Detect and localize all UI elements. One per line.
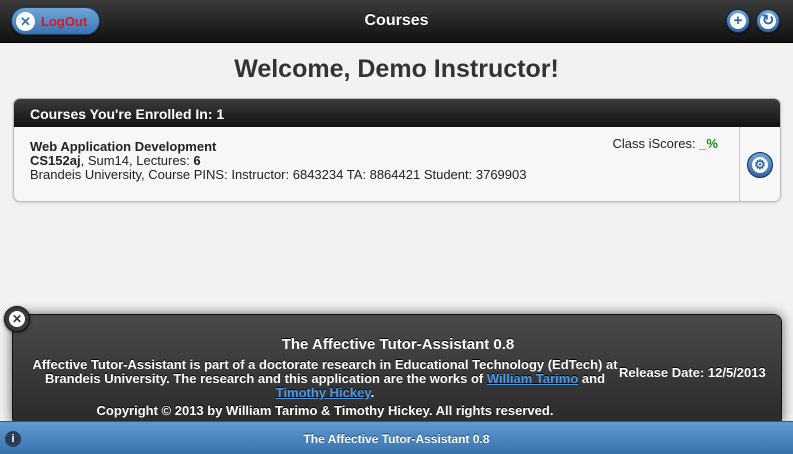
close-icon: ✕	[9, 311, 25, 327]
page-title: Courses	[364, 12, 429, 29]
release-date: Release Date: 12/5/2013	[619, 365, 766, 380]
popup-title: The Affective Tutor-Assistant 0.8	[281, 336, 515, 353]
course-lectures: 6	[193, 153, 201, 168]
class-iscores-label: Class iScores:	[612, 136, 700, 151]
popup-body: Affective Tutor-Assistant is part of a d…	[27, 358, 623, 418]
about-popup: The Affective Tutor-Assistant 0.8 Affect…	[12, 314, 782, 426]
course-settings-button[interactable]: ⚙	[747, 152, 773, 178]
course-meta: CS152aj, Sum14, Lectures: 6	[30, 154, 526, 168]
footer-bar: i The Affective Tutor-Assistant 0.8	[0, 421, 793, 454]
author-link-tarimo[interactable]: William Tarimo	[487, 371, 578, 386]
add-course-button[interactable]: +	[726, 9, 750, 33]
refresh-icon: ↻	[760, 12, 776, 29]
course-settings-column: ⚙	[739, 127, 780, 201]
course-item[interactable]: Web Application Development CS152aj, Sum…	[14, 127, 780, 201]
course-code: CS152aj	[30, 153, 81, 168]
copyright-text: Copyright © 2013 by William Tarimo & Tim…	[96, 403, 554, 418]
course-term: , Sum14, Lectures:	[80, 153, 194, 168]
author-link-hickey[interactable]: Timothy Hickey	[276, 385, 371, 400]
course-info: Web Application Development CS152aj, Sum…	[30, 140, 526, 182]
courses-panel: Courses You're Enrolled In: 1 Web Applic…	[13, 98, 781, 202]
popup-period: .	[370, 385, 375, 400]
welcome-heading: Welcome, Demo Instructor!	[234, 55, 559, 83]
class-iscores: Class iScores: _%	[613, 136, 719, 151]
class-iscores-value: _%	[699, 136, 718, 151]
course-details: Brandeis University, Course PINS: Instru…	[30, 167, 527, 182]
gear-icon: ⚙	[752, 157, 768, 173]
header-bar: ✕ LogOut Courses + ↻	[0, 0, 793, 43]
course-name: Web Application Development	[30, 139, 217, 154]
refresh-button[interactable]: ↻	[756, 9, 780, 33]
footer-title: The Affective Tutor-Assistant 0.8	[303, 432, 490, 446]
popup-and: and	[578, 371, 606, 386]
popup-close-button[interactable]: ✕	[4, 306, 30, 332]
plus-icon: +	[730, 13, 746, 29]
courses-panel-heading: Courses You're Enrolled In: 1	[14, 99, 780, 127]
